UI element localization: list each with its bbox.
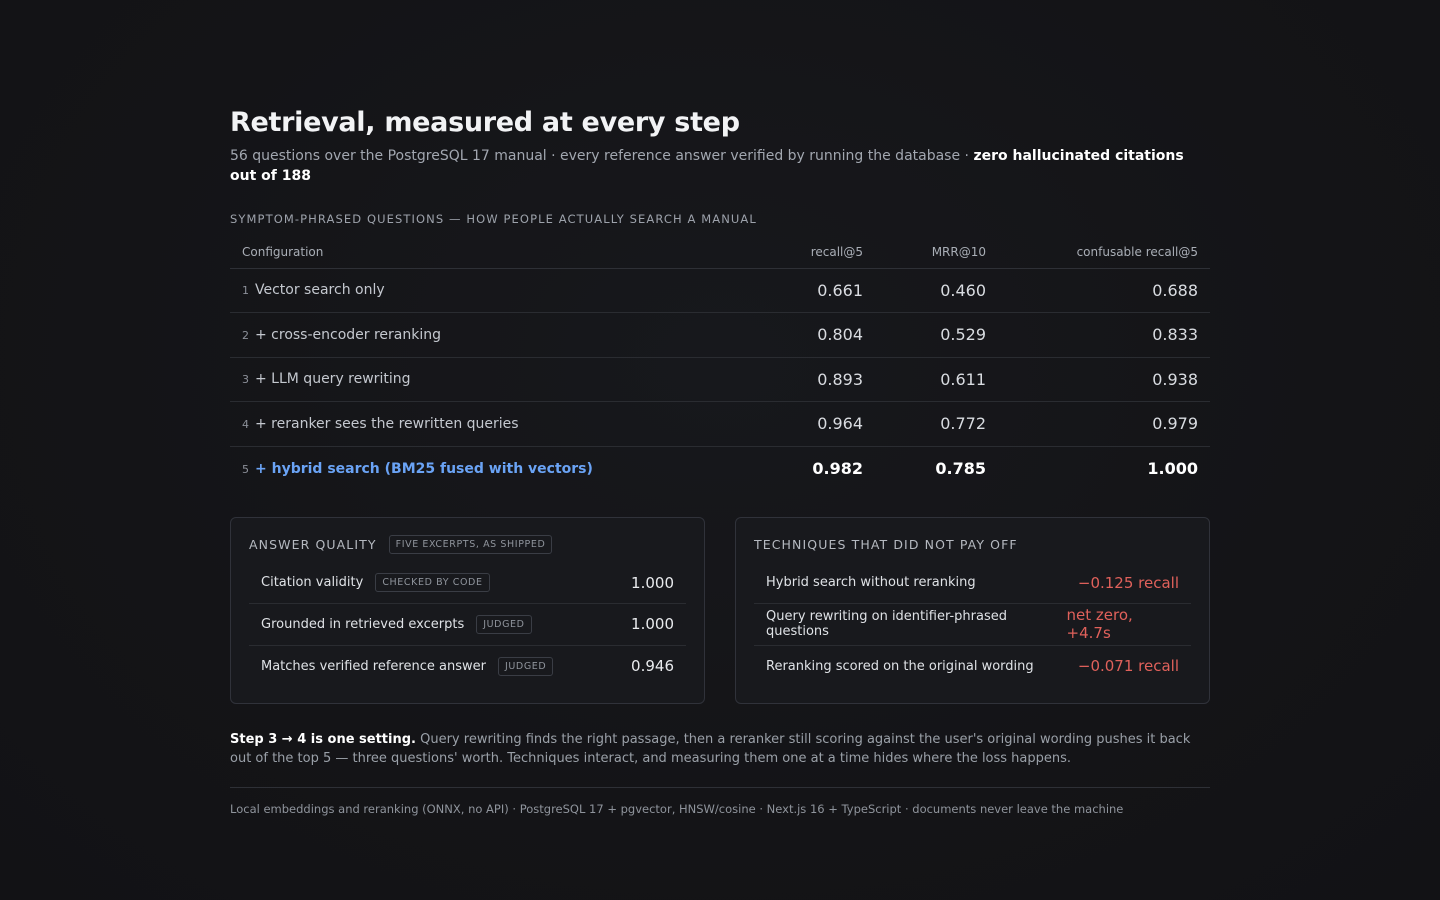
recall5-cell: 0.982	[812, 459, 863, 478]
table-row: 2 + cross-encoder reranking 0.804 0.529 0…	[230, 312, 1210, 358]
metric-tag: Checked by code	[375, 573, 490, 593]
config-cell: 3 + LLM query rewriting	[230, 357, 750, 402]
technique-delta: net zero, +4.7s	[1066, 606, 1133, 643]
metric-value: 1.000	[631, 573, 674, 592]
answer-quality-panel: Answer quality Five excerpts, as shipped…	[230, 516, 705, 704]
technique-label: Reranking scored on the original wording	[766, 658, 1034, 674]
metric-label-group: Citation validity Checked by code	[261, 573, 490, 593]
config-label: + LLM query rewriting	[255, 371, 411, 388]
row-index: 3	[242, 373, 249, 387]
table-row: 4 + reranker sees the rewritten queries 0…	[230, 401, 1210, 447]
technique-row: Query rewriting on identifier-phrased qu…	[754, 604, 1191, 646]
confusable-cell: 0.979	[998, 401, 1210, 447]
subtitle-text: 56 questions over the PostgreSQL 17 manu…	[230, 148, 974, 164]
main-content: Retrieval, measured at every step 56 que…	[230, 106, 1210, 816]
metric-label-group: Grounded in retrieved excerpts Judged	[261, 614, 532, 634]
config-cell: 5 + hybrid search (BM25 fused with vector…	[230, 446, 750, 491]
technique-row: Reranking scored on the original wording…	[754, 646, 1191, 688]
column-header-mrr10: MRR@10	[875, 240, 998, 269]
technique-delta: −0.071 recall	[1077, 657, 1179, 676]
table-row: 3 + LLM query rewriting 0.893 0.611 0.938	[230, 357, 1210, 402]
panel-tag: Five excerpts, as shipped	[388, 535, 553, 554]
metric-value: 0.946	[631, 657, 674, 676]
config-label: Vector search only	[255, 282, 385, 299]
metric-tag: Judged	[476, 614, 532, 634]
metric-row: Grounded in retrieved excerpts Judged 1.0…	[249, 604, 686, 646]
metric-value: 1.000	[631, 615, 674, 634]
confusable-cell: 0.833	[998, 312, 1210, 358]
config-label: + cross-encoder reranking	[255, 326, 442, 343]
row-index: 2	[242, 328, 249, 342]
confusable-cell: 1.000	[1147, 459, 1198, 478]
panel-title: Answer quality	[249, 537, 377, 552]
mrr10-cell: 0.529	[875, 312, 998, 358]
metric-row: Citation validity Checked by code 1.000	[249, 563, 686, 604]
metric-tag: Judged	[497, 656, 554, 676]
confusable-cell: 0.688	[998, 268, 1210, 313]
recall5-cell: 0.893	[750, 357, 875, 402]
metric-list: Citation validity Checked by code 1.000 G…	[249, 563, 686, 688]
recall5-cell: 0.964	[750, 401, 875, 447]
config-label: + hybrid search (BM25 fused with vectors…	[255, 460, 593, 477]
config-cell: 1 Vector search only	[230, 268, 750, 313]
footer-text: Local embeddings and reranking (ONNX, no…	[230, 801, 1124, 816]
config-cell: 4 + reranker sees the rewritten queries	[230, 401, 750, 447]
note-lead: Step 3 → 4 is one setting.	[230, 731, 416, 747]
results-table: Configuration recall@5 MRR@10 confusable…	[230, 240, 1210, 491]
techniques-panel: Techniques that did not pay off Hybrid s…	[735, 516, 1210, 704]
section-label: Symptom-phrased questions — how people a…	[230, 212, 757, 226]
technique-row: Hybrid search without reranking −0.125 r…	[754, 563, 1191, 604]
metric-label-group: Matches verified reference answer Judged	[261, 656, 554, 676]
column-header-confusable-recall5: confusable recall@5	[998, 240, 1210, 269]
divider	[230, 786, 1210, 788]
config-cell: 2 + cross-encoder reranking	[230, 312, 750, 358]
table-row-best: 5 + hybrid search (BM25 fused with vector…	[230, 446, 1210, 491]
panels-row: Answer quality Five excerpts, as shipped…	[230, 516, 1210, 704]
panel-header: Answer quality Five excerpts, as shipped	[249, 534, 686, 556]
mrr10-cell: 0.785	[935, 459, 986, 478]
technique-label: Hybrid search without reranking	[766, 575, 976, 591]
config-label: + reranker sees the rewritten queries	[255, 415, 519, 432]
technique-list: Hybrid search without reranking −0.125 r…	[754, 563, 1191, 688]
technique-delta: −0.125 recall	[1077, 573, 1179, 592]
column-header-recall5: recall@5	[750, 240, 875, 269]
mrr10-cell: 0.460	[875, 268, 998, 313]
mrr10-cell: 0.772	[875, 401, 998, 447]
column-header-configuration: Configuration	[230, 240, 750, 269]
recall5-cell: 0.661	[750, 268, 875, 313]
metric-label: Grounded in retrieved excerpts	[261, 616, 465, 632]
row-index: 1	[242, 284, 249, 298]
panel-title: Techniques that did not pay off	[754, 537, 1018, 552]
mrr10-cell: 0.611	[875, 357, 998, 402]
explanation-note: Step 3 → 4 is one setting. Query rewriti…	[230, 730, 1210, 768]
table-row: 1 Vector search only 0.661 0.460 0.688	[230, 268, 1210, 313]
table-header-row: Configuration recall@5 MRR@10 confusable…	[230, 240, 1210, 269]
page-subtitle: 56 questions over the PostgreSQL 17 manu…	[230, 146, 1210, 186]
metric-row: Matches verified reference answer Judged …	[249, 646, 686, 688]
metric-label: Citation validity	[261, 575, 364, 591]
row-index: 4	[242, 417, 249, 431]
recall5-cell: 0.804	[750, 312, 875, 358]
panel-header: Techniques that did not pay off	[754, 534, 1191, 556]
metric-label: Matches verified reference answer	[261, 658, 486, 674]
technique-label: Query rewriting on identifier-phrased qu…	[766, 609, 1007, 640]
confusable-cell: 0.938	[998, 357, 1210, 402]
row-index: 5	[242, 462, 249, 476]
page-title: Retrieval, measured at every step	[230, 107, 740, 138]
